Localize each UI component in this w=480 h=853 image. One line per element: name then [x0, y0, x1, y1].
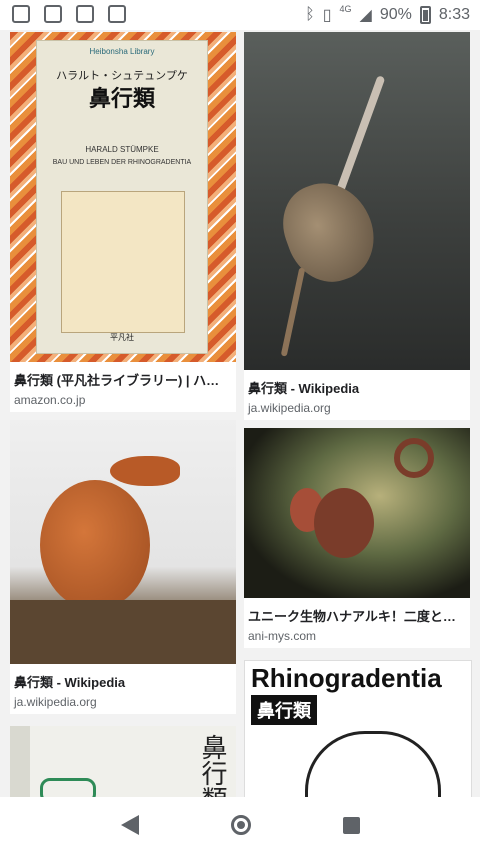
home-icon[interactable]	[230, 815, 251, 835]
poster-heading: Rhinogradentia	[251, 663, 442, 693]
result-card[interactable]: Heibonsha Library ハラルト・シュテュンプケ 鼻行類 HARAL…	[10, 32, 236, 412]
network-type: 4G	[339, 4, 352, 14]
result-card[interactable]: ユニーク生物ハナアルキ！二度と見ら... ani-mys.com	[244, 428, 470, 648]
battery-percent: 90%	[379, 6, 412, 23]
bluetooth-icon: ᛒ	[305, 6, 315, 23]
result-thumbnail[interactable]: Rhinogradentia 鼻行類	[244, 660, 472, 797]
book-series: Heibonsha Library	[89, 47, 155, 56]
back-icon[interactable]	[120, 815, 139, 835]
book-illustration	[61, 191, 185, 333]
clock: 8:33	[438, 6, 470, 23]
result-card[interactable]: 鼻行類 - Wikipedia ja.wikipedia.org	[10, 420, 236, 714]
signal-icon: ◢	[359, 7, 372, 24]
result-domain: amazon.co.jp	[14, 393, 86, 407]
book-title-jp: 鼻行類	[88, 86, 155, 111]
note-icon	[12, 5, 30, 23]
result-domain: ja.wikipedia.org	[248, 401, 331, 415]
result-title[interactable]: 鼻行類 - Wikipedia	[248, 378, 464, 397]
result-thumbnail[interactable]: 鼻行類	[10, 726, 236, 797]
game-controller-icon	[108, 5, 126, 23]
book-author-en: HARALD STÜMPKE	[85, 145, 159, 154]
recent-apps-icon[interactable]	[342, 816, 360, 834]
result-title[interactable]: ユニーク生物ハナアルキ！二度と見ら...	[248, 606, 464, 625]
battery-icon	[419, 6, 431, 24]
book-publisher: 平凡社	[110, 333, 134, 342]
result-card[interactable]: 鼻行類	[10, 726, 236, 797]
result-thumbnail[interactable]	[10, 420, 236, 664]
image-results-grid: Heibonsha Library ハラルト・シュテュンプケ 鼻行類 HARAL…	[0, 30, 480, 797]
vibrate-icon: ▯	[322, 7, 332, 24]
result-thumbnail[interactable]: Heibonsha Library ハラルト・シュテュンプケ 鼻行類 HARAL…	[10, 32, 236, 362]
navigation-bar	[0, 797, 480, 853]
result-card[interactable]: 鼻行類 - Wikipedia ja.wikipedia.org	[244, 32, 470, 420]
result-domain: ja.wikipedia.org	[14, 695, 97, 709]
poster-subheading: 鼻行類	[251, 695, 317, 725]
result-title[interactable]: 鼻行類 (平凡社ライブラリー) | ハラルト...	[14, 370, 230, 389]
result-domain: ani-mys.com	[248, 629, 317, 643]
sim-card-icon	[76, 5, 94, 23]
result-thumbnail[interactable]	[244, 32, 470, 370]
image-icon	[44, 5, 62, 23]
book-title-en: BAU UND LEBEN DER RHINOGRADENTIA	[52, 159, 192, 166]
result-thumbnail[interactable]	[244, 428, 470, 598]
poster-illustration	[305, 731, 441, 797]
result-title[interactable]: 鼻行類 - Wikipedia	[14, 672, 230, 691]
status-bar: ᛒ ▯ 4G ◢ 90% 8:33	[0, 0, 480, 30]
result-card[interactable]: Rhinogradentia 鼻行類	[244, 660, 472, 797]
book-title-jp: 鼻行類	[198, 734, 228, 797]
book-illustration	[40, 778, 96, 797]
